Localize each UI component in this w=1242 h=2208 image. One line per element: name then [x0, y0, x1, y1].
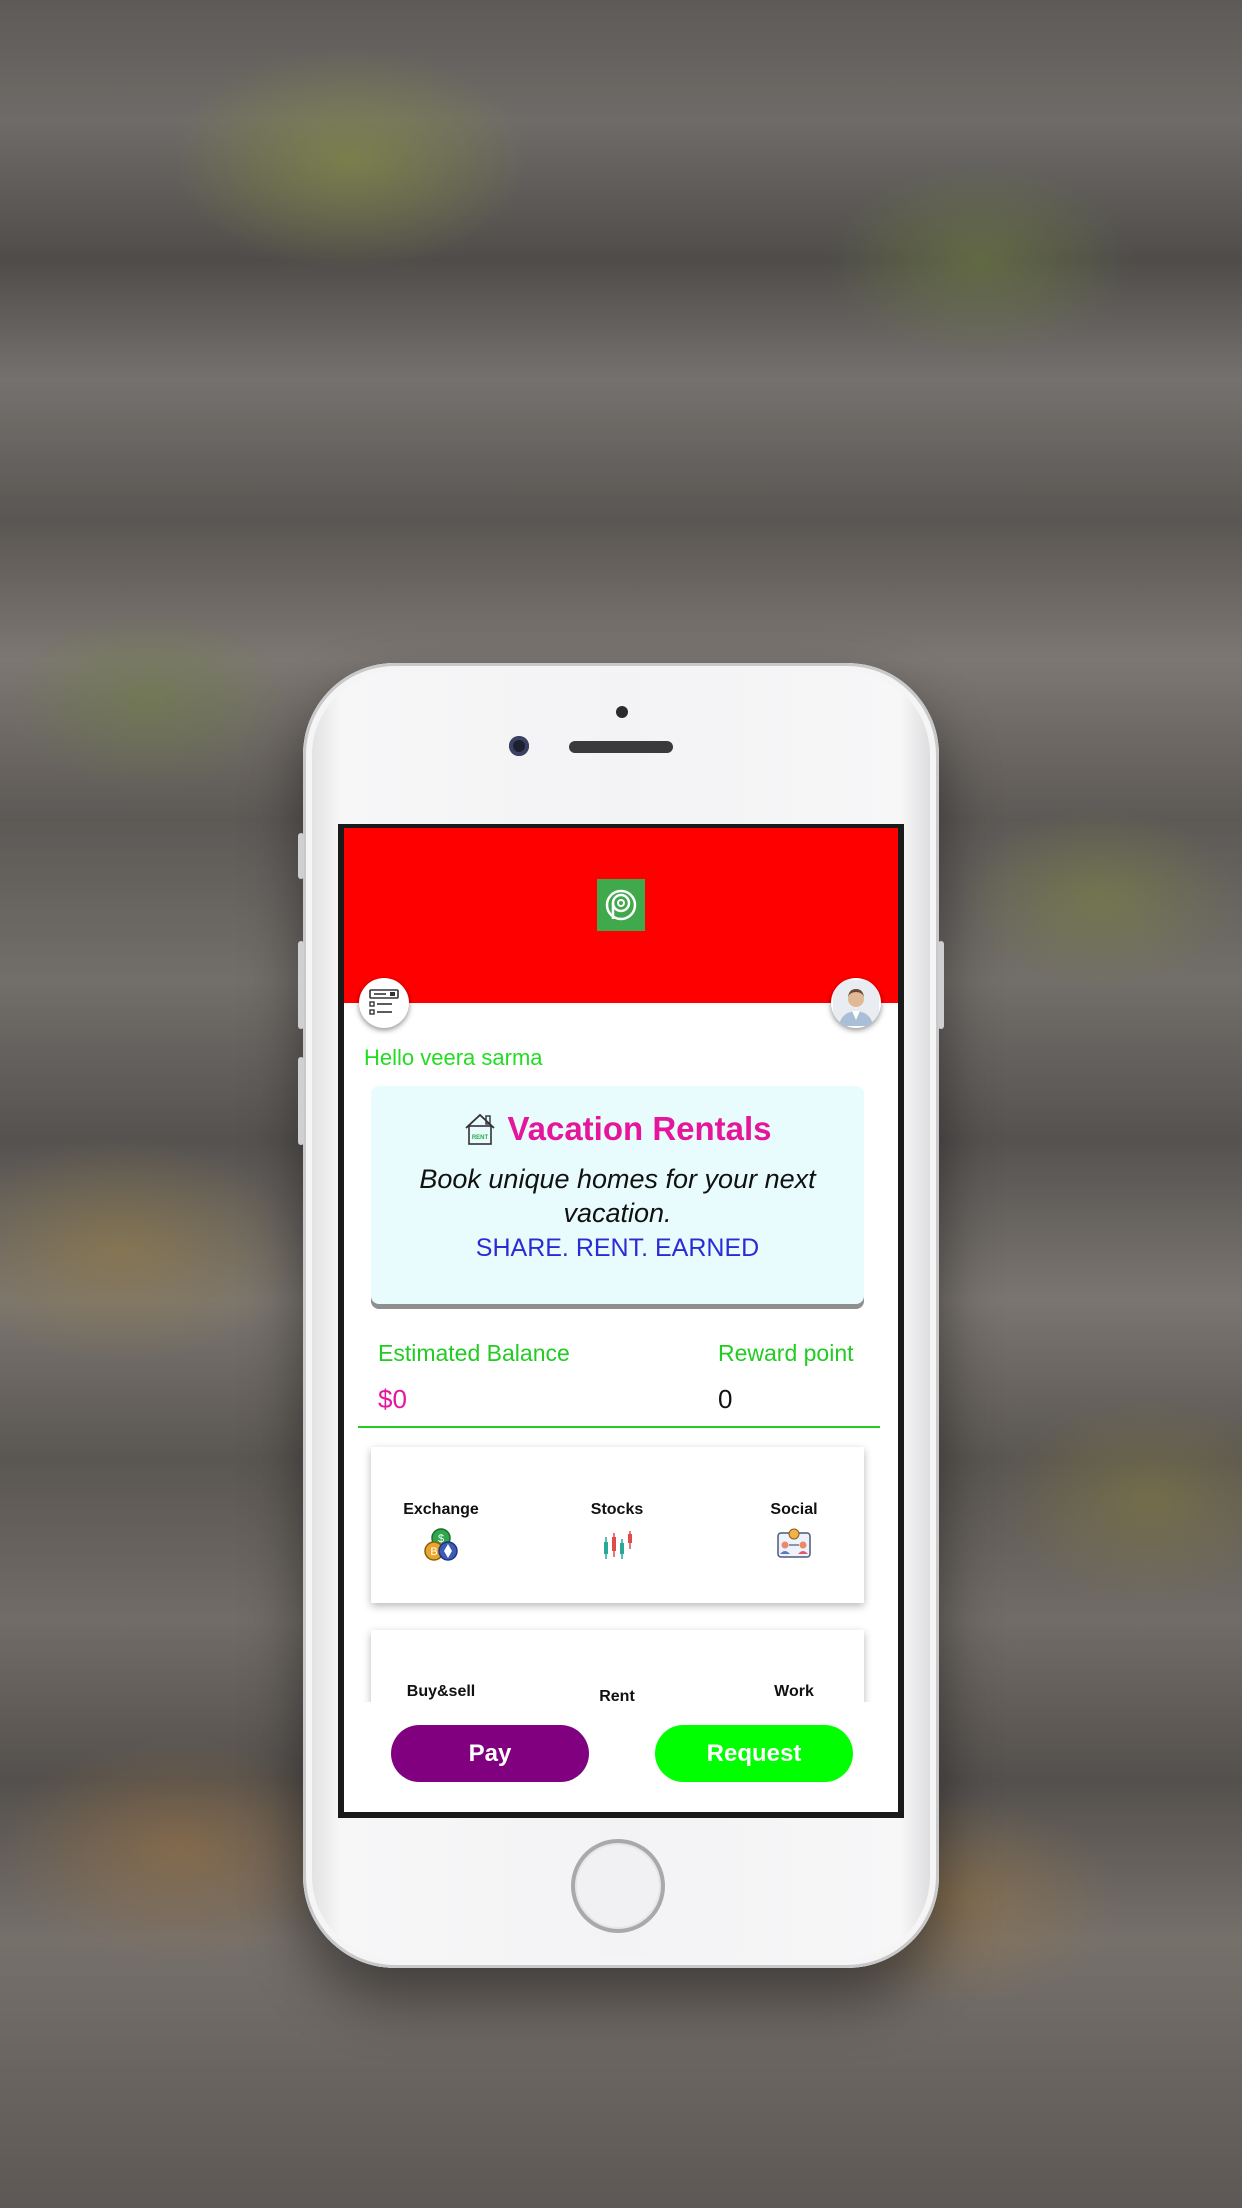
- greeting-text: Hello veera sarma: [364, 1045, 543, 1070]
- rent-badge: RENT: [472, 1135, 489, 1141]
- proximity-sensor: [616, 706, 628, 718]
- service-buy-sell-label: Buy&sell: [406, 1683, 476, 1700]
- service-buy-sell[interactable]: Buy&sell: [371, 1683, 511, 1701]
- house-rent-icon: RENT: [465, 1113, 496, 1145]
- service-social[interactable]: Social: [724, 1501, 864, 1563]
- promo-title: Vacation Rentals: [507, 1110, 772, 1147]
- service-exchange-label: Exchange: [403, 1501, 479, 1518]
- header-bar: [344, 828, 898, 1003]
- reward-point-label: Reward point: [718, 1340, 854, 1366]
- silent-switch: [298, 833, 304, 879]
- reward-point-value: 0: [718, 1384, 733, 1414]
- promo-title-row: RENT Vacation Rentals: [371, 1110, 864, 1148]
- estimated-balance-label: Estimated Balance: [378, 1340, 570, 1366]
- phone-screen: Hello veera sarma RENT Vacation Rentals …: [338, 824, 904, 1818]
- menu-list-icon: [369, 989, 399, 1015]
- volume-down-button: [298, 1057, 304, 1145]
- profile-avatar-button[interactable]: [831, 978, 881, 1028]
- service-work[interactable]: Work: [724, 1683, 864, 1701]
- avatar-icon: [833, 980, 879, 1026]
- candlestick-chart-icon: [604, 1531, 632, 1559]
- svg-text:B: B: [430, 1546, 437, 1558]
- service-stocks-label: Stocks: [590, 1501, 644, 1518]
- services-card-1: Exchange $ B Stocks Social: [371, 1447, 864, 1603]
- promo-tagline: SHARE. RENT. EARNED: [475, 1234, 760, 1262]
- coins-icon: $ B: [424, 1528, 458, 1561]
- app-screen: Hello veera sarma RENT Vacation Rentals …: [344, 828, 898, 1812]
- pay-button[interactable]: Pay: [391, 1725, 589, 1782]
- social-network-icon: [777, 1528, 811, 1558]
- estimated-balance-value: $0: [378, 1384, 407, 1414]
- request-button[interactable]: Request: [655, 1725, 853, 1782]
- menu-button[interactable]: [359, 978, 409, 1028]
- service-exchange[interactable]: Exchange $ B: [371, 1501, 511, 1563]
- front-camera: [509, 736, 529, 756]
- vacation-rentals-banner[interactable]: RENT Vacation Rentals Book unique homes …: [371, 1086, 864, 1304]
- app-logo-icon: [597, 879, 645, 931]
- promo-subtitle: Book unique homes for your next vacation…: [419, 1164, 816, 1228]
- service-work-label: Work: [774, 1683, 814, 1700]
- volume-up-button: [298, 941, 304, 1029]
- home-button[interactable]: [571, 1839, 665, 1933]
- balance-divider: [358, 1426, 880, 1428]
- service-social-label: Social: [770, 1501, 818, 1518]
- power-button: [938, 941, 944, 1029]
- service-stocks[interactable]: Stocks: [547, 1501, 687, 1563]
- earpiece-speaker: [569, 741, 673, 753]
